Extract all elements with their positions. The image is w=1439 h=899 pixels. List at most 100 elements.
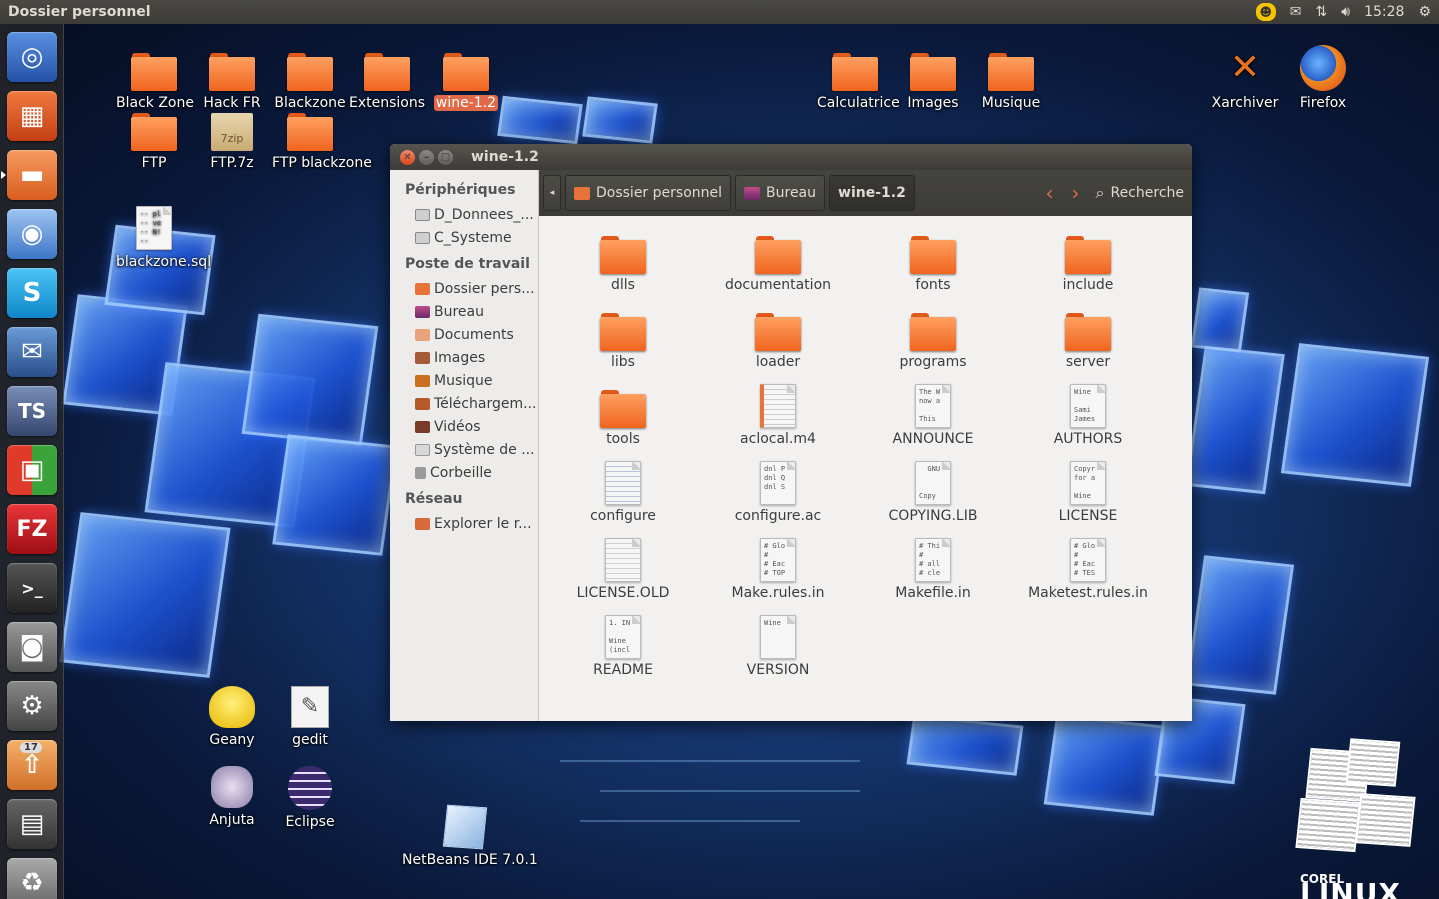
ubuntu-dash-icon[interactable]: ◎ bbox=[7, 32, 57, 82]
file-item-authors[interactable]: Wine Sami James AUTHORS bbox=[1013, 384, 1163, 447]
desktop-icon-extensions[interactable]: Extensions bbox=[347, 53, 427, 111]
filezilla-icon[interactable]: FZ bbox=[7, 504, 57, 554]
desktop-icon-images[interactable]: Images bbox=[893, 53, 973, 111]
breadcrumb-scroll-left[interactable]: ◂ bbox=[543, 175, 561, 211]
chat-icon[interactable]: ☻ bbox=[1255, 3, 1276, 21]
files-icon[interactable]: ▬ bbox=[1, 150, 57, 200]
sidebar-item-images[interactable]: Images bbox=[390, 347, 538, 370]
volume-icon[interactable]: 🔊︎ bbox=[1341, 4, 1350, 20]
file-item-readme[interactable]: 1. IN Wine (incl README bbox=[548, 615, 698, 678]
desktop-icon-ftp[interactable]: FTP bbox=[114, 113, 194, 171]
sidebar-item-c-systeme[interactable]: C_Systeme bbox=[390, 227, 538, 250]
software-center-icon[interactable]: ▦ bbox=[7, 91, 57, 141]
firefox-icon bbox=[1300, 45, 1346, 91]
desktop-icon-firefox[interactable]: Firefox bbox=[1283, 45, 1363, 111]
desktop-icon-eclipse[interactable]: Eclipse bbox=[270, 766, 350, 830]
file-label: tools bbox=[606, 431, 640, 447]
window-titlebar[interactable]: ✕ – □ wine-1.2 bbox=[390, 144, 1192, 170]
file-item-include[interactable]: include bbox=[1013, 230, 1163, 293]
network-icon[interactable]: ⇅ bbox=[1316, 4, 1328, 20]
file-item-makefile[interactable]: # Thi # # all # cle Makefile.in bbox=[858, 538, 1008, 601]
file-item-version[interactable]: Wine VERSION bbox=[703, 615, 853, 678]
minimize-icon[interactable]: – bbox=[419, 149, 434, 165]
documents-folder-icon bbox=[415, 329, 430, 341]
sidebar-item-videos[interactable]: Vidéos bbox=[390, 416, 538, 439]
trash-icon[interactable]: ♻ bbox=[7, 858, 57, 899]
file-item-make-rules[interactable]: # Glo # # Eac # TOP Make.rules.in bbox=[703, 538, 853, 601]
file-item-configure[interactable]: configure bbox=[548, 461, 698, 524]
desktop-icon-ftp-blackzone[interactable]: FTP blackzone bbox=[270, 113, 372, 171]
file-item-license[interactable]: Copyr for a Wine LICENSE bbox=[1013, 461, 1163, 524]
thunderbird-icon[interactable]: ✉ bbox=[7, 327, 57, 377]
text-file-icon: # Glo # # Eac # TES bbox=[1070, 538, 1106, 582]
desktop-icon-calculatrice[interactable]: Calculatrice bbox=[815, 53, 900, 111]
desktop-icon-xarchiver[interactable]: ✕ Xarchiver bbox=[1205, 45, 1285, 111]
desktop-icon-anjuta[interactable]: Anjuta bbox=[192, 766, 272, 828]
sidebar-item-home[interactable]: Dossier pers... bbox=[390, 278, 538, 301]
sidebar-item-filesystem[interactable]: Système de ... bbox=[390, 439, 538, 462]
sidebar-item-d-donnees[interactable]: D_Donnees_... bbox=[390, 204, 538, 227]
settings-icon[interactable]: ⚙ bbox=[1418, 4, 1431, 20]
desktop-icon-netbeans[interactable]: NetBeans IDE 7.0.1 bbox=[400, 804, 538, 868]
terminal-icon[interactable]: >_ bbox=[7, 563, 57, 613]
sidebar-item-browse-network[interactable]: Explorer le r... bbox=[390, 513, 538, 536]
camera-icon[interactable]: ◙ bbox=[7, 622, 57, 672]
file-item-tools[interactable]: tools bbox=[548, 384, 698, 447]
breadcrumb-bureau[interactable]: Bureau bbox=[735, 175, 826, 211]
desktop-icon-ftp-7z[interactable]: 7zip FTP.7z bbox=[192, 113, 272, 171]
file-item-libs[interactable]: libs bbox=[548, 307, 698, 370]
forward-arrow-icon[interactable]: › bbox=[1072, 181, 1080, 205]
file-item-announce[interactable]: The W now a This ANNOUNCE bbox=[858, 384, 1008, 447]
desktop-icon-blackzone-sql[interactable]: -- pl -- ve -- N! -- blackzone.sql bbox=[114, 206, 211, 270]
file-item-documentation[interactable]: documentation bbox=[703, 230, 853, 293]
mail-icon[interactable]: ✉ bbox=[1290, 4, 1302, 20]
folder-icon bbox=[1065, 313, 1111, 351]
file-label: loader bbox=[755, 354, 801, 370]
desktop-icon-musique[interactable]: Musique bbox=[971, 53, 1051, 111]
desktop-icon-blackzone[interactable]: Blackzone bbox=[270, 53, 350, 111]
file-item-maketest-rules[interactable]: # Glo # # Eac # TES Maketest.rules.in bbox=[1013, 538, 1163, 601]
sidebar-item-bureau[interactable]: Bureau bbox=[390, 301, 538, 324]
file-item-license-old[interactable]: LICENSE.OLD bbox=[548, 538, 698, 601]
maximize-icon[interactable]: □ bbox=[438, 149, 453, 165]
downloads-folder-icon bbox=[415, 398, 430, 410]
sidebar-item-telechargements[interactable]: Téléchargem... bbox=[390, 393, 538, 416]
eclipse-icon bbox=[288, 766, 332, 810]
teamspeak-icon[interactable]: TS bbox=[7, 386, 57, 436]
sidebar-item-musique[interactable]: Musique bbox=[390, 370, 538, 393]
file-item-fonts[interactable]: fonts bbox=[858, 230, 1008, 293]
file-label: libs bbox=[611, 354, 635, 370]
breadcrumb-wine[interactable]: wine-1.2 bbox=[829, 175, 915, 211]
desktop-icon-label: Musique bbox=[981, 95, 1041, 111]
file-item-copying-lib[interactable]: GNU Copy COPYING.LIB bbox=[858, 461, 1008, 524]
sidebar-item-corbeille[interactable]: Corbeille bbox=[390, 462, 538, 485]
file-item-aclocal[interactable]: aclocal.m4 bbox=[703, 384, 853, 447]
update-manager-icon[interactable]: 17 ⇧ bbox=[7, 740, 57, 790]
desktop-icon-black-zone[interactable]: Black Zone bbox=[114, 53, 194, 111]
desktop-icon-gedit[interactable]: ✎ gedit bbox=[270, 686, 350, 748]
desktop-icon-label: Black Zone bbox=[116, 95, 194, 111]
breadcrumb-home[interactable]: Dossier personnel bbox=[565, 175, 732, 211]
close-icon[interactable]: ✕ bbox=[400, 149, 415, 165]
file-item-configure-ac[interactable]: dnl P dnl Q dnl S configure.ac bbox=[703, 461, 853, 524]
desktop-icon-geany[interactable]: Geany bbox=[192, 686, 272, 748]
file-label: programs bbox=[899, 354, 967, 370]
workspace-switcher-icon[interactable]: ▤ bbox=[7, 799, 57, 849]
skype-icon[interactable]: S bbox=[7, 268, 57, 318]
desktop-icon-hack-fr[interactable]: Hack FR bbox=[192, 53, 272, 111]
chromium-icon[interactable]: ◉ bbox=[7, 209, 57, 259]
file-item-server[interactable]: server bbox=[1013, 307, 1163, 370]
file-item-loader[interactable]: loader bbox=[703, 307, 853, 370]
apps-grid-icon[interactable]: ▣ bbox=[7, 445, 57, 495]
file-item-programs[interactable]: programs bbox=[858, 307, 1008, 370]
system-settings-icon[interactable]: ⚙ bbox=[7, 681, 57, 731]
desktop-folder-icon bbox=[415, 306, 430, 318]
desktop-icon-wine[interactable]: wine-1.2 bbox=[426, 53, 506, 111]
search-button[interactable]: ⌕ Recherche bbox=[1096, 183, 1185, 203]
sidebar-item-documents[interactable]: Documents bbox=[390, 324, 538, 347]
clock[interactable]: 15:28 bbox=[1364, 4, 1404, 20]
file-item-dlls[interactable]: dlls bbox=[548, 230, 698, 293]
network-icon bbox=[415, 518, 430, 530]
filesystem-icon bbox=[415, 444, 430, 456]
back-arrow-icon[interactable]: ‹ bbox=[1046, 181, 1054, 205]
